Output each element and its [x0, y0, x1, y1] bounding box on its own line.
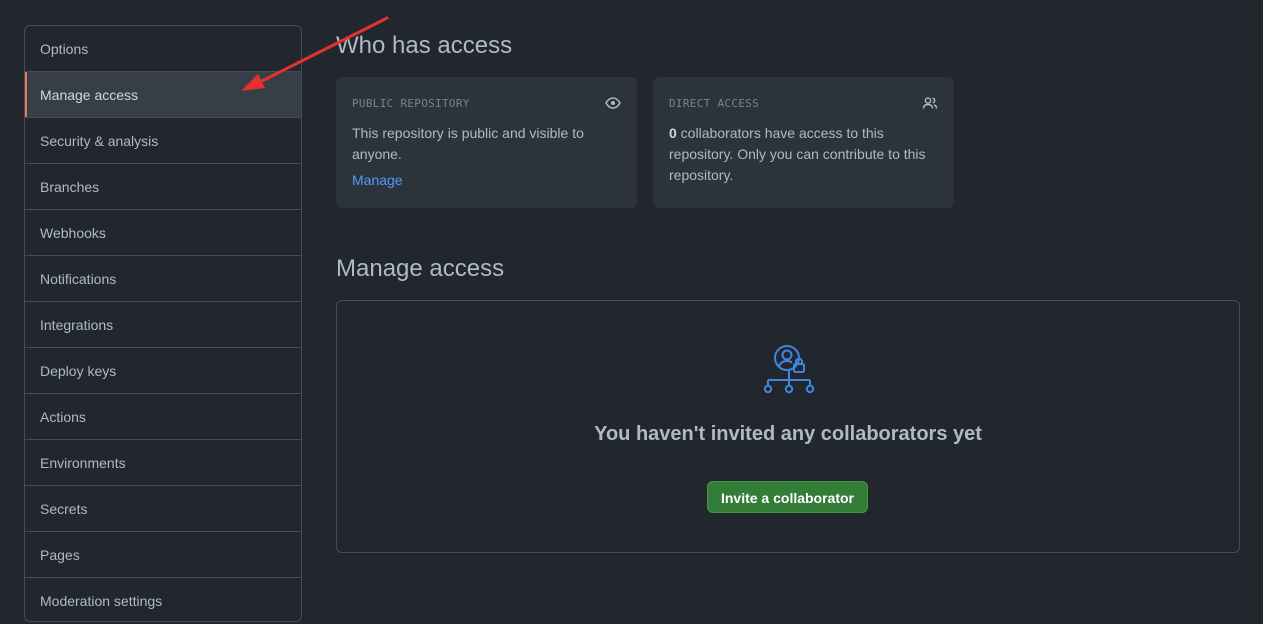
- people-icon: [922, 97, 938, 109]
- sidebar-item-actions[interactable]: Actions: [25, 393, 301, 439]
- sidebar-item-deploy-keys[interactable]: Deploy keys: [25, 347, 301, 393]
- eye-icon: [605, 97, 621, 109]
- sidebar-item-secrets[interactable]: Secrets: [25, 485, 301, 531]
- sidebar-item-environments[interactable]: Environments: [25, 439, 301, 485]
- manage-link[interactable]: Manage: [352, 172, 403, 188]
- public-repository-text: This repository is public and visible to…: [352, 125, 584, 162]
- sidebar-item-notifications[interactable]: Notifications: [25, 255, 301, 301]
- direct-access-text: 0 collaborators have access to this repo…: [669, 123, 938, 186]
- sidebar-item-moderation-settings[interactable]: Moderation settings: [25, 577, 301, 621]
- person-lock-network-icon: [763, 345, 815, 394]
- empty-state-message: You haven't invited any collaborators ye…: [594, 423, 982, 445]
- sidebar-item-webhooks[interactable]: Webhooks: [25, 209, 301, 255]
- annotation-arrow: [241, 16, 389, 91]
- invite-collaborator-button[interactable]: Invite a collaborator: [707, 481, 868, 513]
- direct-access-heading: DIRECT ACCESS: [669, 96, 759, 110]
- settings-sidebar: Options Manage access Security & analysi…: [24, 25, 302, 622]
- sidebar-item-security-analysis[interactable]: Security & analysis: [25, 117, 301, 163]
- collaborators-empty-state: You haven't invited any collaborators ye…: [336, 300, 1240, 553]
- sidebar-item-pages[interactable]: Pages: [25, 531, 301, 577]
- sidebar-item-branches[interactable]: Branches: [25, 163, 301, 209]
- sidebar-item-integrations[interactable]: Integrations: [25, 301, 301, 347]
- direct-access-card: DIRECT ACCESS 0 collaborators have acces…: [653, 77, 954, 208]
- manage-access-title: Manage access: [336, 255, 505, 282]
- direct-access-description: collaborators have access to this reposi…: [669, 125, 926, 183]
- collaborator-count: 0: [669, 125, 677, 141]
